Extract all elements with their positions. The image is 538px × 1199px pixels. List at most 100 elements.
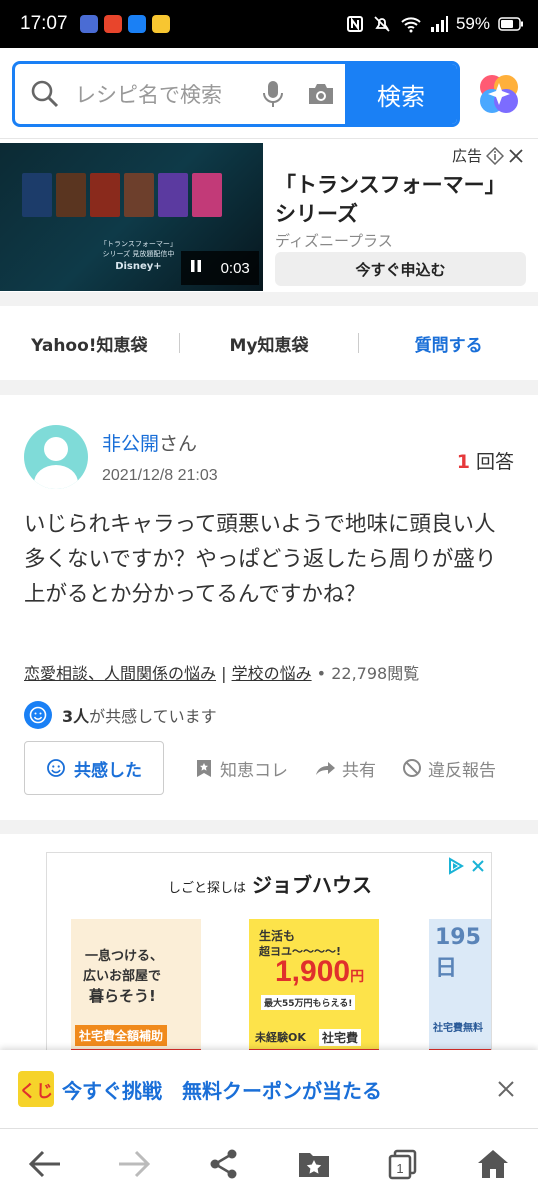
ad-brand: しごと探しは ジョブハウス <box>47 869 491 898</box>
ad-label-text: 広告 <box>451 147 482 165</box>
assistant-app-icon[interactable] <box>476 71 522 117</box>
poster-thumbnail <box>192 173 222 217</box>
video-caption-line: 「トランスフォーマー」 <box>100 240 177 248</box>
tabs-icon[interactable]: 1 <box>373 1134 433 1194</box>
ad-video-posters <box>22 173 222 217</box>
chie-kore-button[interactable]: 知恵コレ <box>194 756 288 781</box>
poster-text: 暮らそう! <box>89 987 156 1005</box>
jobhouse-ad[interactable]: しごと探しは ジョブハウス 一息つける、 広いお部屋で 暮らそう! 社宅費全額補助… <box>46 852 492 1052</box>
poster-text: 195日 <box>435 925 481 981</box>
poster-text: 一息つける、 <box>85 949 164 964</box>
divider <box>0 138 538 139</box>
video-controls[interactable]: 0:03 <box>181 251 259 285</box>
section-divider <box>0 820 538 834</box>
author-name: 非公開 <box>102 433 160 455</box>
notification-icon <box>79 15 98 33</box>
poster-text: 最大55万円もらえる! <box>261 995 356 1010</box>
back-arrow-icon[interactable] <box>15 1134 75 1194</box>
question-categories: 恋愛相談、人間関係の悩み | 学校の悩み • 22,798閲覧 <box>24 660 419 684</box>
close-icon[interactable] <box>496 1079 516 1099</box>
share-label: 共有 <box>342 760 376 781</box>
answer-count[interactable]: 1 回答 <box>457 447 514 474</box>
avatar <box>24 425 88 489</box>
bookmark-folder-icon[interactable] <box>284 1134 344 1194</box>
close-icon[interactable] <box>508 148 524 164</box>
tab-count: 1 <box>397 1161 404 1176</box>
video-timestamp: 0:03 <box>220 259 250 277</box>
battery-icon <box>498 17 524 31</box>
video-brand-logo: Disney+ <box>115 261 162 272</box>
share-button[interactable]: 共有 <box>314 756 376 781</box>
coupon-text[interactable]: 今すぐ挑戦 無料クーポンが当たる <box>62 1075 382 1104</box>
video-ad-banner[interactable]: 「トランスフォーマー」 シリーズ 見放題配信中 Disney+ 0:03 広告 … <box>0 143 538 293</box>
answer-count-number: 1 <box>456 451 470 473</box>
report-label: 違反報告 <box>428 760 496 781</box>
search-row: レシピ名で検索 検索 <box>12 60 526 128</box>
ad-poster[interactable]: 195日 社宅費無料 <box>429 919 491 1051</box>
question-author: 非公開さん <box>102 429 197 456</box>
notification-icons <box>79 15 170 33</box>
poster-text: 未経験OK <box>255 1031 306 1044</box>
avatar-head-shape <box>44 437 68 461</box>
search-button[interactable]: 検索 <box>345 64 457 124</box>
ad-label[interactable]: 広告 <box>452 145 524 166</box>
home-icon[interactable] <box>463 1134 523 1194</box>
ad-advertiser: ディズニープラス <box>275 232 393 250</box>
notification-icon <box>127 15 146 33</box>
share-arrow-icon <box>316 762 335 775</box>
poster-badge: 社宅費全額補助 <box>75 1025 168 1046</box>
view-count: • 22,798閲覧 <box>311 664 420 683</box>
ad-video-caption: 「トランスフォーマー」 シリーズ 見放題配信中 Disney+ <box>100 239 177 272</box>
kuji-logo: くじ <box>18 1071 54 1107</box>
ad-brand-prefix: しごと探しは <box>167 881 246 896</box>
notification-icon <box>151 15 170 33</box>
system-icons: 59% <box>346 14 524 34</box>
ad-poster[interactable]: 生活も 超ヨユ〜〜〜〜! 1,900円 最大55万円もらえる! 未経験OK 社宅… <box>249 919 379 1051</box>
poster-amount: 1,900円 <box>275 955 364 989</box>
section-divider <box>0 292 538 306</box>
poster-thumbnail <box>124 173 154 217</box>
tab-my-chiebukuro[interactable]: My知恵袋 <box>180 331 359 356</box>
chiebukuro-nav: Yahoo!知恵袋 My知恵袋 質問する <box>0 306 538 380</box>
tab-ask-question[interactable]: 質問する <box>359 331 538 356</box>
poster-thumbnail <box>158 173 188 217</box>
section-divider <box>0 380 538 395</box>
bookmark-star-icon <box>197 760 211 777</box>
poster-badge: 社宅費 <box>319 1029 362 1046</box>
ad-poster[interactable]: 一息つける、 広いお部屋で 暮らそう! 社宅費全額補助 <box>71 919 201 1051</box>
coupon-banner[interactable]: くじ 今すぐ挑戦 無料クーポンが当たる <box>0 1050 538 1128</box>
ad-cta-button[interactable]: 今すぐ申込む <box>275 252 526 286</box>
camera-icon[interactable] <box>297 81 345 107</box>
empathy-summary: 3人が共感しています <box>24 701 217 729</box>
wifi-icon <box>400 15 422 33</box>
mute-icon <box>372 14 392 34</box>
status-time: 17:07 <box>20 13 68 34</box>
report-button[interactable]: 違反報告 <box>402 756 496 781</box>
empathize-button-label: 共感した <box>74 760 142 781</box>
search-input[interactable]: レシピ名で検索 <box>75 79 249 109</box>
microphone-icon[interactable] <box>249 79 297 109</box>
empathy-text: が共感しています <box>89 707 217 726</box>
category-link[interactable]: 恋愛相談、人間関係の悩み <box>24 664 216 683</box>
signal-icon <box>430 15 448 33</box>
tab-yahoo-chiebukuro[interactable]: Yahoo!知恵袋 <box>0 331 179 356</box>
poster-text: 広いお部屋で <box>83 969 162 984</box>
poster-text: 生活も <box>259 929 296 943</box>
question-text: いじられキャラって頭悪いようで地味に頭良い人多くないですか？やっぱどう返したら周… <box>24 512 497 607</box>
ad-video[interactable]: 「トランスフォーマー」 シリーズ 見放題配信中 Disney+ 0:03 <box>0 143 263 291</box>
avatar-body-shape <box>34 465 78 489</box>
browser-bottom-nav: 1 <box>0 1128 538 1199</box>
forward-arrow-icon[interactable] <box>104 1134 164 1194</box>
smile-icon <box>24 701 52 729</box>
pause-icon[interactable] <box>190 259 202 277</box>
smile-icon <box>47 759 65 777</box>
empathy-count: 3人 <box>62 707 90 726</box>
category-link[interactable]: 学校の悩み <box>232 664 312 683</box>
ad-title[interactable]: 「トランスフォーマー」シリーズ <box>275 171 525 229</box>
author-honorific: さん <box>159 433 198 455</box>
ad-info-icon[interactable] <box>486 146 504 165</box>
empathize-button[interactable]: 共感した <box>24 741 164 795</box>
nfc-icon <box>346 15 364 33</box>
share-icon[interactable] <box>194 1134 254 1194</box>
poster-amount-unit: 円 <box>350 968 365 984</box>
